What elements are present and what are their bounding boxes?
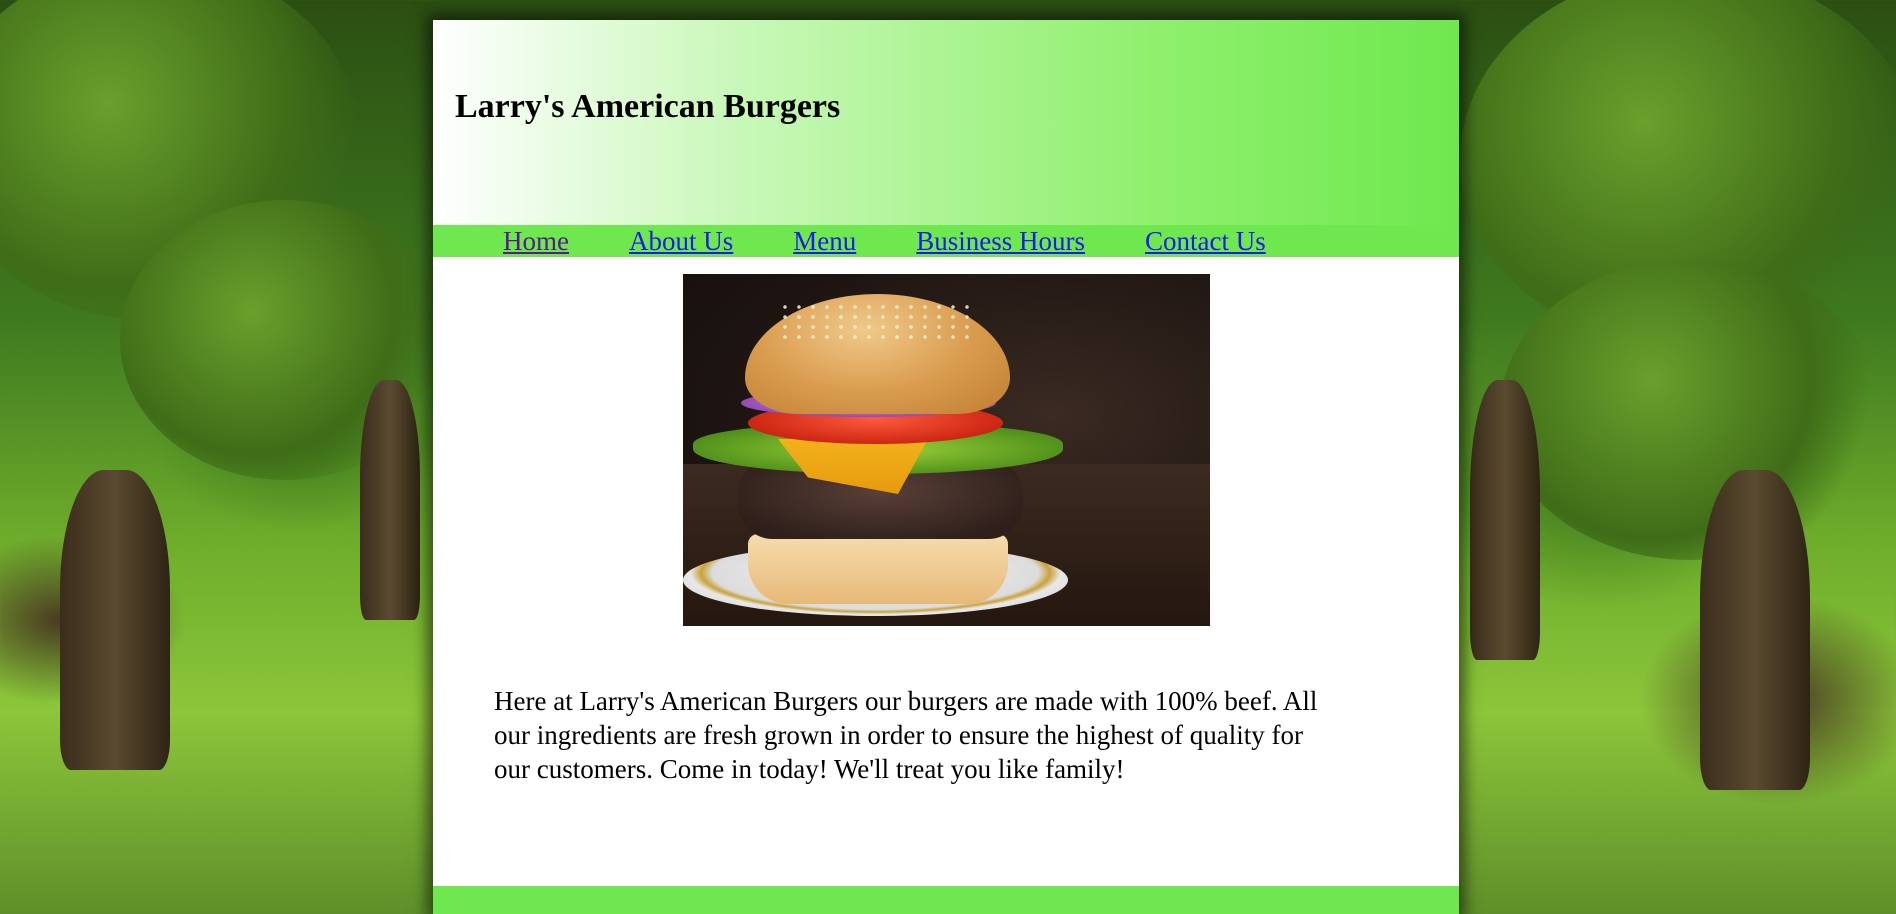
main-nav: Home About Us Menu Business Hours Contac… bbox=[433, 225, 1459, 257]
burger-photo bbox=[683, 274, 1210, 626]
nav-link-home[interactable]: Home bbox=[503, 225, 569, 257]
nav-link-contact-us[interactable]: Contact Us bbox=[1145, 225, 1266, 257]
footer-bar bbox=[433, 886, 1459, 914]
page-container: Larry's American Burgers Home About Us M… bbox=[433, 20, 1459, 914]
nav-link-menu[interactable]: Menu bbox=[793, 225, 856, 257]
bottom-bun bbox=[748, 534, 1008, 604]
sesame-seeds bbox=[778, 302, 978, 342]
site-header: Larry's American Burgers bbox=[433, 20, 1459, 225]
site-title: Larry's American Burgers bbox=[455, 88, 841, 125]
nav-link-business-hours[interactable]: Business Hours bbox=[916, 225, 1085, 257]
nav-link-about-us[interactable]: About Us bbox=[629, 225, 733, 257]
intro-paragraph: Here at Larry's American Burgers our bur… bbox=[494, 686, 1318, 784]
